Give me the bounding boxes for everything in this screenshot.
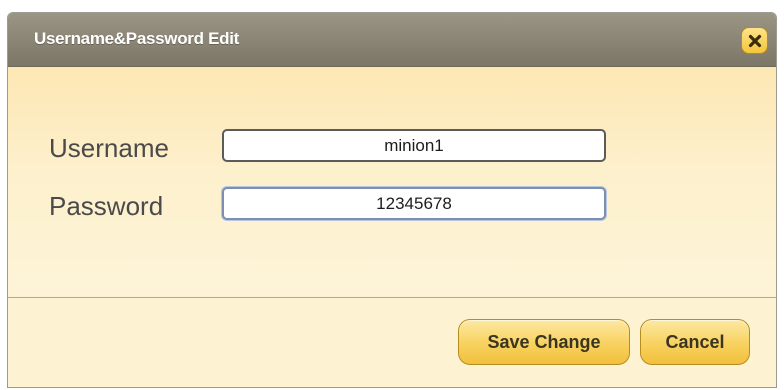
dialog-title: Username&Password Edit <box>34 29 240 48</box>
username-input[interactable] <box>222 129 606 162</box>
save-change-button[interactable]: Save Change <box>458 319 630 365</box>
username-label: Username <box>49 133 169 163</box>
dialog-body <box>8 67 776 297</box>
password-label: Password <box>49 191 164 221</box>
dialog-titlebar[interactable]: Username&Password Edit <box>8 13 776 67</box>
password-input[interactable] <box>222 187 606 220</box>
close-button[interactable] <box>741 27 768 54</box>
close-icon <box>748 34 761 47</box>
username-password-dialog: Username&Password Edit Username Password… <box>7 12 777 388</box>
cancel-button[interactable]: Cancel <box>640 319 750 365</box>
